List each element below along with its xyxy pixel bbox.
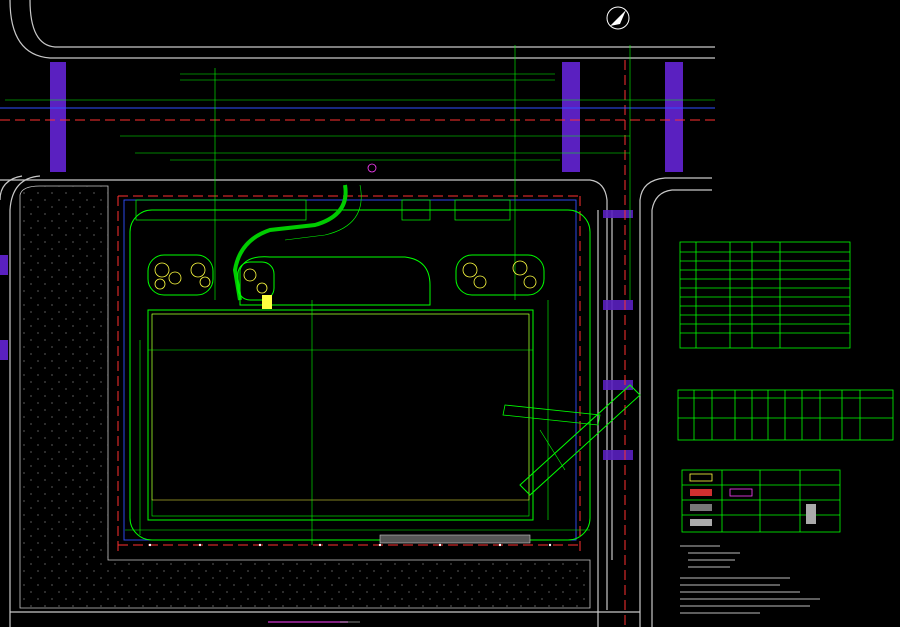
- site-plan-drawing: [0, 0, 900, 627]
- canvas-background: [0, 0, 900, 627]
- entrance-strip: [379, 534, 531, 544]
